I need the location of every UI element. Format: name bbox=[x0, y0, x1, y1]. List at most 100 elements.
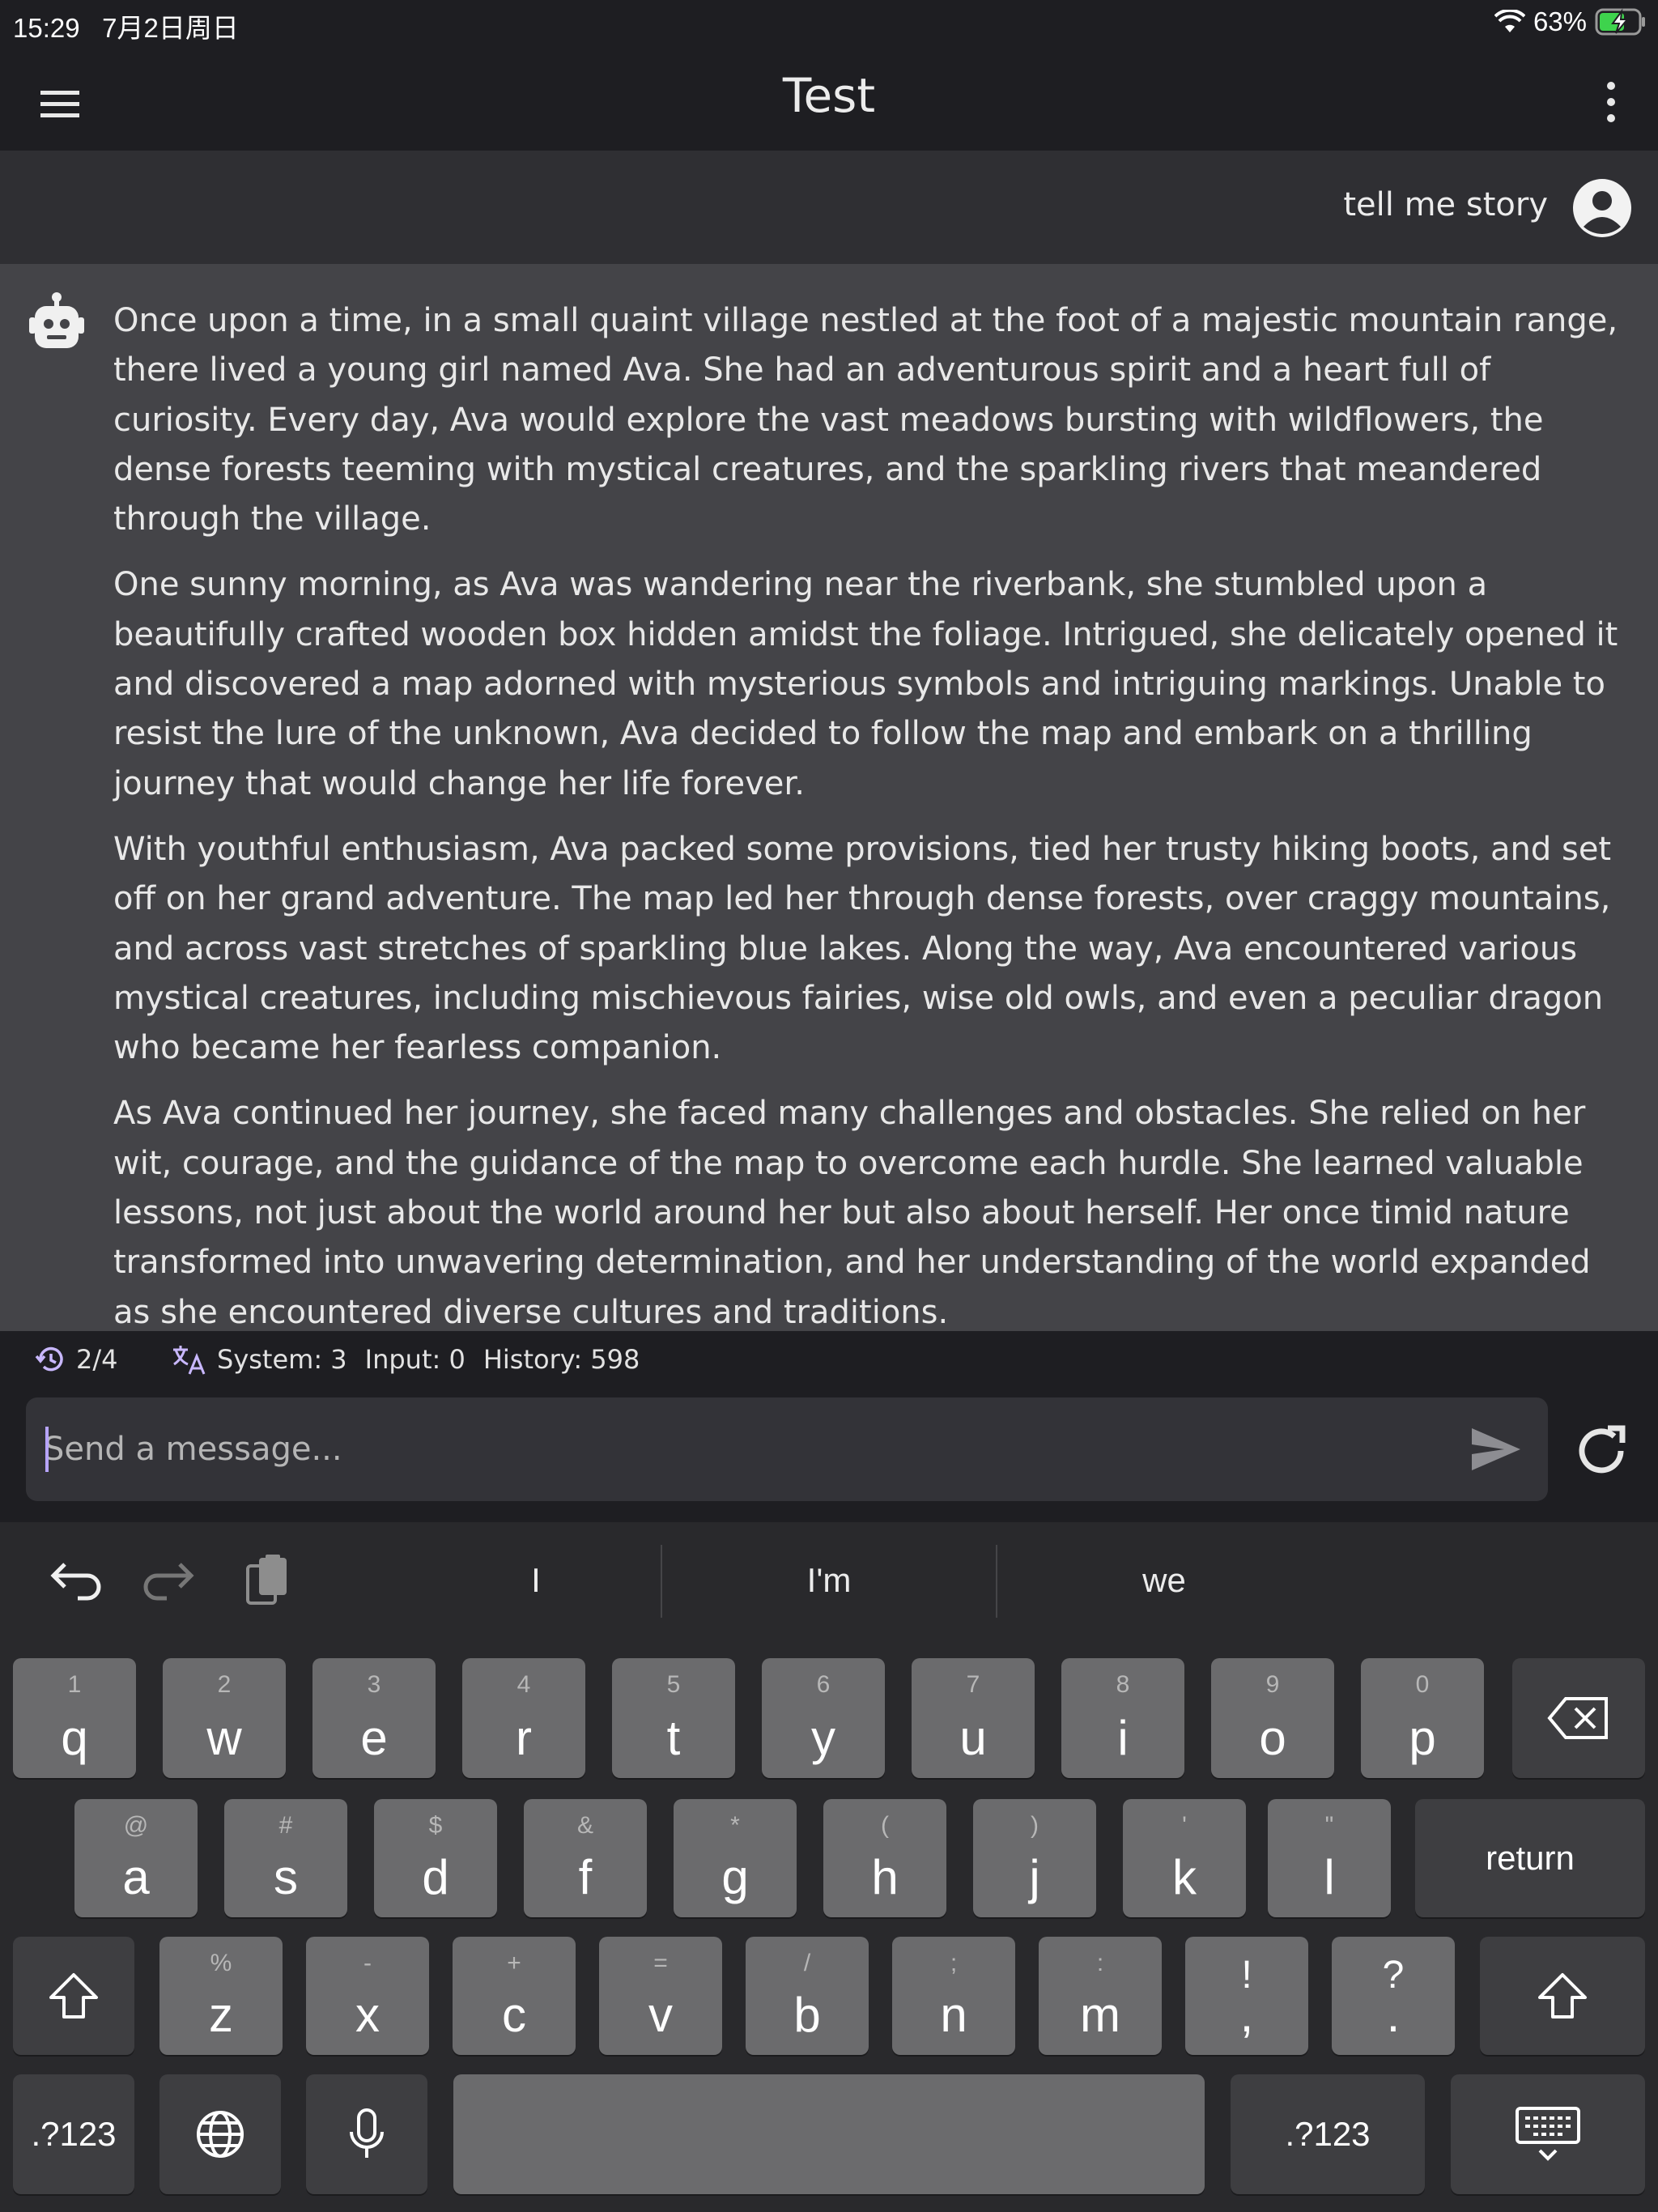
message-input[interactable] bbox=[44, 1397, 1420, 1501]
key-i[interactable]: 8i bbox=[1061, 1658, 1184, 1778]
on-screen-keyboard: I I'm we 1q 2w 3e 4r 5t 6y 7u 8i 9o 0p @… bbox=[0, 1522, 1658, 2212]
key-letter: d bbox=[422, 1850, 449, 1904]
key-r[interactable]: 4r bbox=[462, 1658, 585, 1778]
key-hint: = bbox=[653, 1950, 668, 1976]
suggestion-3[interactable]: we bbox=[1043, 1540, 1286, 1621]
key-d[interactable]: $ d bbox=[374, 1799, 497, 1917]
key-e[interactable]: 3e bbox=[312, 1658, 436, 1778]
undo-icon[interactable] bbox=[45, 1553, 102, 1610]
page-title: Test bbox=[782, 68, 876, 123]
message-paragraph: With youthful enthusiasm, Ava packed som… bbox=[113, 830, 1612, 1067]
status-bar: 15:29 7月2日周日 63% bbox=[0, 0, 1658, 44]
return-label: return bbox=[1486, 1839, 1575, 1877]
key-p[interactable]: 0p bbox=[1361, 1658, 1484, 1778]
numbers-label: .?123 bbox=[31, 2115, 117, 2153]
dictation-key[interactable] bbox=[306, 2074, 427, 2194]
send-icon[interactable] bbox=[1467, 1422, 1525, 1477]
key-letter: h bbox=[871, 1850, 899, 1904]
globe-key[interactable] bbox=[159, 2074, 281, 2194]
space-key[interactable] bbox=[453, 2074, 1205, 2194]
key-a[interactable]: @ a bbox=[74, 1799, 198, 1917]
key-hint: * bbox=[730, 1812, 740, 1839]
shift-icon bbox=[1480, 1937, 1645, 2055]
key-hint: : bbox=[1096, 1950, 1104, 1976]
status-right: 63% bbox=[1494, 6, 1647, 37]
assistant-message: Once upon a time, in a small quaint vill… bbox=[0, 264, 1658, 1331]
key-comma[interactable]: !, bbox=[1185, 1937, 1308, 2055]
key-letter: k bbox=[1172, 1850, 1197, 1904]
refresh-icon[interactable] bbox=[1571, 1420, 1632, 1482]
redo-icon[interactable] bbox=[142, 1553, 199, 1610]
key-hint: 2 bbox=[217, 1671, 232, 1698]
backspace-icon bbox=[1512, 1658, 1645, 1778]
suggestion-divider bbox=[996, 1545, 997, 1618]
key-hint: # bbox=[278, 1812, 293, 1839]
key-hint: $ bbox=[428, 1812, 443, 1839]
key-o[interactable]: 9o bbox=[1211, 1658, 1334, 1778]
key-c[interactable]: + c bbox=[453, 1937, 576, 2055]
key-hint: + bbox=[507, 1950, 521, 1976]
key-letter: l bbox=[1324, 1850, 1335, 1904]
hide-keyboard-key[interactable] bbox=[1451, 2074, 1645, 2194]
key-hint: 8 bbox=[1116, 1671, 1130, 1698]
key-v[interactable]: = v bbox=[599, 1937, 722, 2055]
robot-avatar-icon bbox=[29, 292, 84, 348]
backspace-key[interactable] bbox=[1512, 1658, 1645, 1778]
message-paragraph: Once upon a time, in a small quaint vill… bbox=[113, 302, 1618, 538]
key-hint: ; bbox=[950, 1950, 958, 1976]
key-hint: 5 bbox=[666, 1671, 681, 1698]
key-letter: x bbox=[355, 1988, 380, 2042]
battery-percent: 63% bbox=[1533, 6, 1587, 36]
key-x[interactable]: -x bbox=[306, 1937, 429, 2055]
return-key[interactable]: return bbox=[1415, 1799, 1645, 1917]
key-letter: b bbox=[793, 1988, 821, 2042]
key-g[interactable]: * g bbox=[674, 1799, 797, 1917]
key-w[interactable]: 2w bbox=[163, 1658, 286, 1778]
more-options-button[interactable] bbox=[1587, 76, 1635, 128]
key-period[interactable]: ?. bbox=[1332, 1937, 1455, 2055]
key-h[interactable]: (h bbox=[823, 1799, 946, 1917]
message-input-box[interactable] bbox=[26, 1397, 1548, 1501]
key-u[interactable]: 7u bbox=[912, 1658, 1035, 1778]
suggestion-2[interactable]: I'm bbox=[708, 1540, 950, 1621]
key-b[interactable]: / b bbox=[746, 1937, 869, 2055]
composer bbox=[0, 1389, 1658, 1522]
translate-icon bbox=[173, 1346, 206, 1375]
key-letter: c bbox=[502, 1988, 526, 2042]
key-z[interactable]: % z bbox=[159, 1937, 283, 2055]
shift-key-left[interactable] bbox=[13, 1937, 134, 2055]
key-q[interactable]: 1q bbox=[13, 1658, 136, 1778]
key-f[interactable]: & f bbox=[524, 1799, 647, 1917]
key-k[interactable]: ' k bbox=[1123, 1799, 1246, 1917]
key-letter: n bbox=[940, 1988, 967, 2042]
key-letter: o bbox=[1259, 1711, 1286, 1765]
suggestion-1[interactable]: I bbox=[414, 1540, 657, 1621]
key-l[interactable]: " l bbox=[1268, 1799, 1391, 1917]
key-letter: , bbox=[1239, 1988, 1254, 2042]
key-hint: ( bbox=[881, 1812, 889, 1839]
key-j[interactable]: ) j bbox=[973, 1799, 1096, 1917]
key-m[interactable]: :m bbox=[1039, 1937, 1162, 2055]
key-letter: g bbox=[721, 1850, 749, 1904]
key-letter: y bbox=[811, 1711, 835, 1765]
key-hint: 6 bbox=[816, 1671, 831, 1698]
key-letter: i bbox=[1117, 1711, 1129, 1765]
clipboard-icon[interactable] bbox=[240, 1553, 296, 1610]
shift-key-right[interactable] bbox=[1480, 1937, 1645, 2055]
key-n[interactable]: ; n bbox=[892, 1937, 1015, 2055]
key-y[interactable]: 6y bbox=[762, 1658, 885, 1778]
clock: 15:29 bbox=[13, 13, 80, 43]
numbers-key-right[interactable]: .?123 bbox=[1231, 2074, 1425, 2194]
key-hint: / bbox=[803, 1950, 811, 1976]
key-hint: 0 bbox=[1415, 1671, 1430, 1698]
history-count[interactable]: 2/4 bbox=[34, 1343, 118, 1376]
more-vertical-icon bbox=[1607, 82, 1615, 122]
key-t[interactable]: 5t bbox=[612, 1658, 735, 1778]
numbers-key-left[interactable]: .?123 bbox=[13, 2074, 134, 2194]
key-letter: a bbox=[122, 1850, 150, 1904]
key-s[interactable]: # s bbox=[224, 1799, 347, 1917]
message-paragraph: One sunny morning, as Ava was wandering … bbox=[113, 566, 1618, 802]
input-tokens: Input: 0 bbox=[364, 1344, 466, 1375]
status-time: 15:29 7月2日周日 bbox=[13, 6, 239, 45]
key-hint: 9 bbox=[1265, 1671, 1280, 1698]
